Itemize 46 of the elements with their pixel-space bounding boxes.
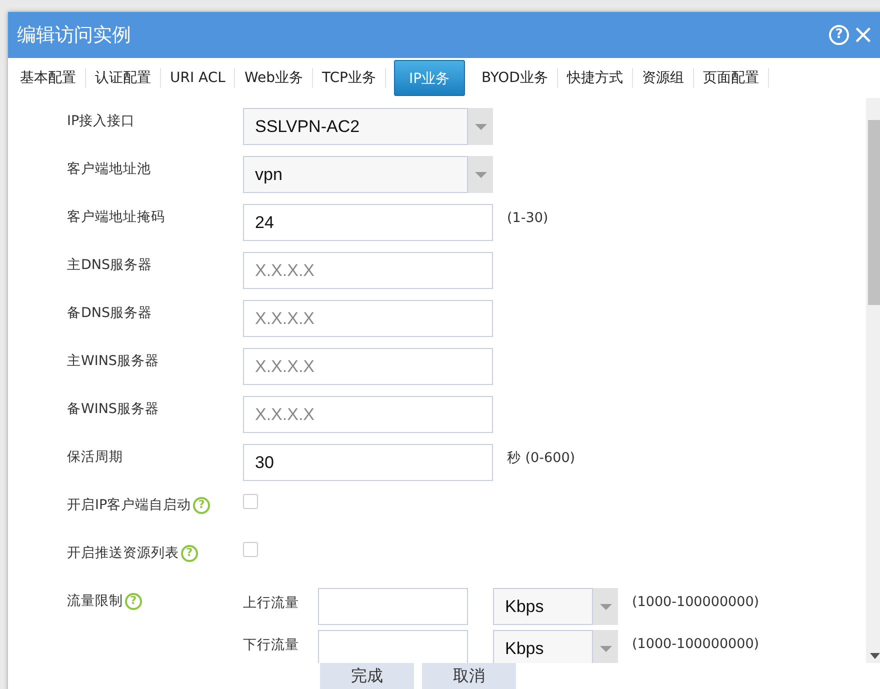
field-label: 保活周期 — [67, 448, 123, 467]
field-label: 开启IP客户端自启动 — [67, 496, 192, 515]
checkbox[interactable] — [243, 542, 258, 557]
field-label: 客户端地址池 — [67, 160, 151, 179]
tab[interactable]: TCP业务 — [313, 68, 386, 88]
field-label: IP接入接口 — [67, 112, 136, 131]
tab[interactable]: BYOD业务 — [472, 68, 558, 88]
field-label: 流量限制 — [67, 592, 123, 611]
field-label: 客户端地址掩码 — [67, 208, 165, 227]
dialog-title: 编辑访问实例 — [17, 22, 132, 48]
tab[interactable]: 资源组 — [632, 68, 694, 88]
tab[interactable]: URI ACL — [161, 68, 236, 88]
input-field[interactable]: X.X.X.X — [243, 348, 493, 385]
input-field[interactable]: X.X.X.X — [243, 252, 493, 289]
input-field[interactable] — [318, 588, 468, 625]
field-label: 主DNS服务器 — [67, 256, 152, 275]
field-label: 备DNS服务器 — [67, 304, 152, 323]
scrollbar-thumb[interactable] — [868, 120, 880, 305]
tab[interactable]: 基本配置 — [11, 68, 86, 88]
caret-icon — [600, 646, 612, 652]
field-label: 开启推送资源列表 — [67, 544, 179, 563]
dialog-button[interactable]: 取消 — [422, 663, 516, 689]
checkbox[interactable] — [243, 494, 258, 509]
input-field[interactable]: X.X.X.X — [243, 300, 493, 337]
input-field[interactable]: 24 — [243, 204, 493, 241]
field-label: 下行流量 — [243, 636, 300, 655]
caret-icon — [474, 172, 486, 178]
input-field[interactable] — [318, 630, 468, 663]
hint-text: (1-30) — [507, 209, 548, 228]
tab[interactable]: 认证配置 — [86, 68, 161, 88]
scrollbar[interactable] — [866, 98, 880, 663]
dialog-button[interactable]: 完成 — [320, 663, 414, 689]
hint-text: 秒 (0-600) — [507, 449, 576, 468]
input-field[interactable]: X.X.X.X — [243, 396, 493, 433]
caret-icon — [600, 604, 612, 610]
tab[interactable]: 快捷方式 — [558, 68, 633, 88]
field-label: 主WINS服务器 — [67, 352, 159, 371]
tab[interactable]: 页面配置 — [694, 68, 769, 88]
scroll-down-icon[interactable] — [870, 653, 880, 659]
tab[interactable]: Web业务 — [235, 68, 313, 88]
hint-text: (1000-100000000) — [632, 635, 760, 654]
caret-icon — [474, 124, 486, 130]
field-label: 上行流量 — [243, 594, 300, 613]
field-label: 备WINS服务器 — [67, 400, 159, 419]
hint-text: (1000-100000000) — [632, 593, 760, 612]
input-field[interactable]: 30 — [243, 444, 493, 481]
